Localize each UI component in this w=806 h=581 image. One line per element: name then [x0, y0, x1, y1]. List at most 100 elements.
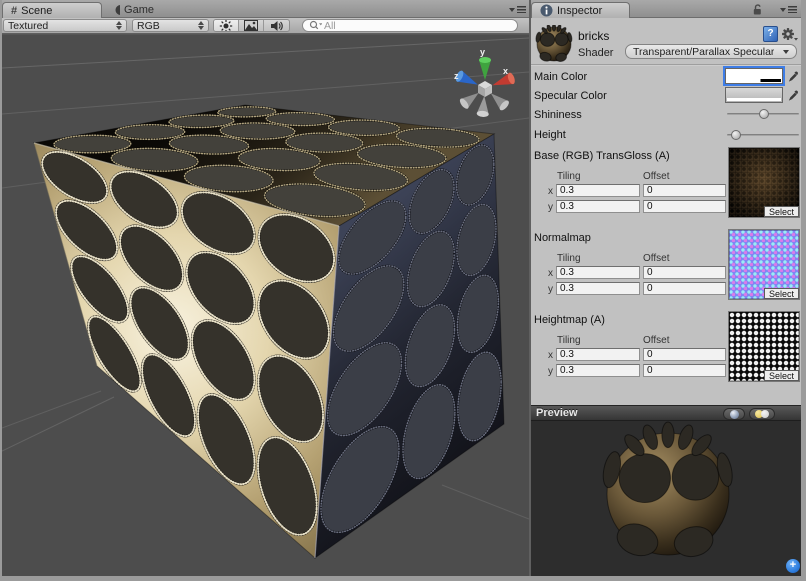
base-texture-thumbnail[interactable]: Select: [728, 147, 800, 218]
textured-cube: [34, 105, 504, 558]
select-texture-button[interactable]: Select: [764, 288, 799, 299]
shininess-slider[interactable]: [727, 108, 799, 120]
y-row-label: y: [548, 202, 553, 213]
menu-icon: [788, 6, 797, 13]
scene-view-toggles: [213, 19, 290, 32]
eyedropper-icon[interactable]: [787, 88, 800, 102]
offset-y-input[interactable]: [643, 200, 726, 213]
material-thumbnail[interactable]: [535, 25, 573, 63]
offset-header: Offset: [643, 335, 670, 346]
main-color-swatch[interactable]: [725, 68, 783, 84]
heightmap-thumbnail[interactable]: Select: [728, 311, 800, 382]
channel-mode-dropdown[interactable]: RGB: [132, 19, 209, 32]
offset-x-input[interactable]: [643, 184, 726, 197]
updown-arrows-icon: [198, 21, 204, 30]
shader-label: Shader: [578, 47, 613, 59]
offset-y-input[interactable]: [643, 282, 726, 295]
game-icon: [114, 4, 120, 16]
lighting-toggle-button[interactable]: [214, 20, 239, 31]
lock-icon[interactable]: [751, 3, 763, 16]
y-row-label: y: [548, 284, 553, 295]
tiling-header: Tiling: [557, 171, 581, 182]
light-off-icon: [761, 410, 769, 418]
height-label: Height: [534, 129, 566, 141]
menu-icon: [517, 6, 526, 13]
preview-light-button[interactable]: [749, 408, 775, 420]
shader-dropdown[interactable]: Transparent/Parallax Specular: [625, 44, 797, 59]
tab-scene-label: Scene: [21, 5, 52, 17]
slider-handle[interactable]: [731, 130, 741, 140]
section-label: Heightmap (A): [534, 314, 605, 326]
tiling-y-input[interactable]: [556, 200, 640, 213]
offset-header: Offset: [643, 171, 670, 182]
texture-section-normalmap: Normalmap Tiling Offset x y Select: [531, 232, 801, 310]
plus-glyph: +: [790, 559, 796, 571]
specular-color-swatch[interactable]: [725, 87, 783, 103]
scene-search-field: [302, 19, 518, 32]
specular-color-label: Specular Color: [534, 90, 607, 102]
material-preview[interactable]: +: [531, 421, 801, 576]
height-slider[interactable]: [727, 129, 799, 141]
sun-icon: [219, 19, 233, 32]
updown-arrows-icon: [116, 21, 122, 30]
alpha-bar: [727, 79, 781, 82]
offset-x-input[interactable]: [643, 348, 726, 361]
help-glyph: ?: [767, 28, 773, 39]
scene-viewport[interactable]: y x z: [2, 34, 529, 576]
offset-x-input[interactable]: [643, 266, 726, 279]
gear-menu-button[interactable]: [781, 26, 798, 42]
channel-mode-value: RGB: [137, 20, 160, 32]
tab-game-label: Game: [124, 4, 154, 16]
shininess-label: Shininess: [534, 109, 582, 121]
texture-section-base: Base (RGB) TransGloss (A) Tiling Offset …: [531, 150, 801, 228]
x-row-label: x: [548, 350, 553, 361]
select-texture-button[interactable]: Select: [764, 206, 799, 217]
neg-axis-cone: [476, 95, 490, 117]
tab-inspector[interactable]: Inspector: [531, 2, 630, 18]
gizmo-y-label: y: [480, 47, 485, 57]
tiling-header: Tiling: [557, 253, 581, 264]
tiling-y-input[interactable]: [556, 364, 640, 377]
tiling-x-input[interactable]: [556, 184, 640, 197]
section-label: Normalmap: [534, 232, 591, 244]
speaker-icon: [270, 20, 284, 32]
inspector-tabstrip: Inspector: [531, 0, 801, 18]
material-name: bricks: [578, 29, 609, 43]
chevron-down-icon: [509, 8, 515, 12]
select-texture-button[interactable]: Select: [764, 370, 799, 381]
preview-render: [531, 421, 801, 576]
render-mode-value: Textured: [8, 20, 48, 32]
tiling-y-input[interactable]: [556, 282, 640, 295]
inspector-panel-menu[interactable]: [780, 6, 797, 13]
preview-header[interactable]: Preview: [531, 405, 801, 421]
offset-header: Offset: [643, 253, 670, 264]
scene-panel-menu[interactable]: [509, 6, 526, 13]
offset-y-input[interactable]: [643, 364, 726, 377]
add-button[interactable]: +: [786, 559, 800, 573]
tab-scene[interactable]: # Scene: [2, 2, 102, 18]
tiling-x-input[interactable]: [556, 348, 640, 361]
tab-game[interactable]: Game: [106, 2, 162, 18]
gizmo-x-label: x: [503, 66, 508, 76]
eyedropper-icon[interactable]: [787, 69, 800, 83]
x-row-label: x: [548, 268, 553, 279]
tab-inspector-label: Inspector: [557, 5, 602, 17]
audio-toggle-button[interactable]: [264, 20, 289, 31]
scene-panel: # Scene Game Textured RGB: [2, 0, 529, 576]
search-icon: [309, 20, 322, 31]
search-input[interactable]: [324, 20, 511, 32]
help-button[interactable]: ?: [763, 26, 778, 42]
x-row-label: x: [548, 186, 553, 197]
scene-tabstrip: # Scene Game: [2, 0, 529, 18]
render-mode-dropdown[interactable]: Textured: [3, 19, 127, 32]
tiling-x-input[interactable]: [556, 266, 640, 279]
gizmo-center-cube[interactable]: [478, 81, 492, 97]
normalmap-thumbnail[interactable]: Select: [728, 229, 800, 300]
info-icon: [540, 4, 553, 17]
orientation-gizmo[interactable]: y x z: [454, 47, 516, 117]
chevron-down-icon: [783, 50, 789, 54]
preview-shape-button[interactable]: [723, 408, 745, 420]
skybox-toggle-button[interactable]: [239, 20, 264, 31]
y-axis-cone[interactable]: [479, 57, 491, 80]
slider-handle[interactable]: [759, 109, 769, 119]
